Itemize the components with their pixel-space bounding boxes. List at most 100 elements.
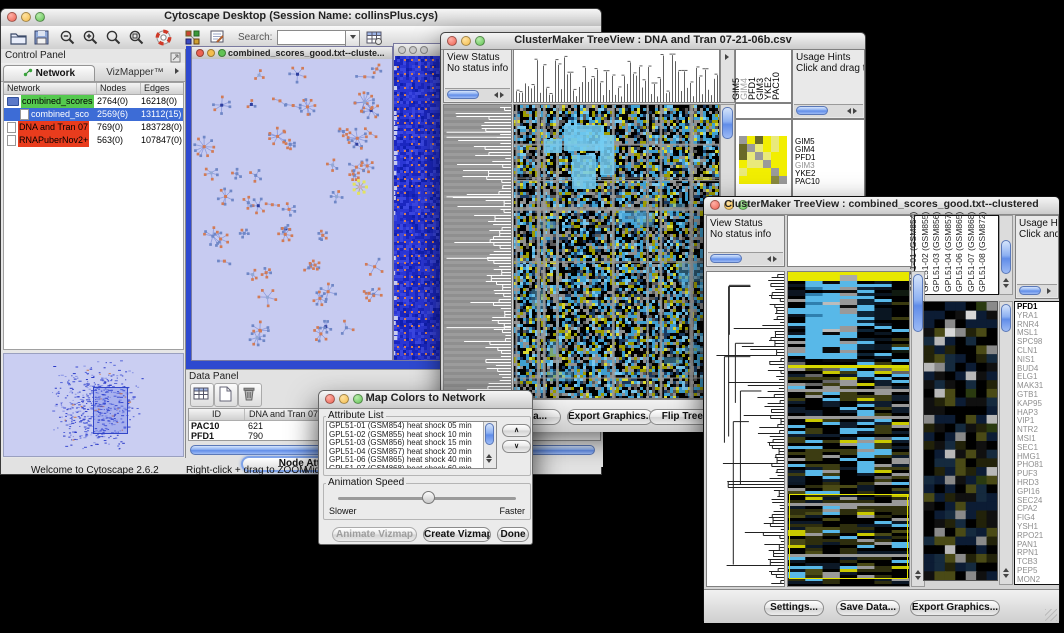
tv1-zoom-matrix[interactable]	[739, 136, 787, 184]
close-icon[interactable]	[196, 49, 204, 57]
close-icon[interactable]	[398, 46, 406, 54]
status-welcome: Welcome to Cytoscape 2.6.2	[31, 465, 159, 476]
map-colors-dialog: Map Colors to Network Attribute List GPL…	[318, 390, 533, 545]
network-tree-row[interactable]: combined_scores2764(0)16218(0)	[4, 95, 183, 108]
dialog-title: Map Colors to Network	[319, 392, 532, 404]
background-network-frame	[393, 43, 441, 361]
tv2-gene-dendrogram[interactable]	[706, 271, 785, 587]
view-status-label: View Status	[447, 52, 500, 63]
col-network[interactable]: Network	[4, 83, 97, 94]
matrix-cell	[755, 136, 763, 144]
tv2-zoom-heatmap[interactable]	[923, 301, 998, 581]
help-lifesaver-icon[interactable]	[154, 28, 173, 47]
tv2-heatmap[interactable]	[787, 271, 910, 587]
attribute-list-scrollbar[interactable]	[483, 422, 496, 468]
tv2-title: ClusterMaker TreeView : combined_scores_…	[704, 198, 1059, 210]
create-vizmap-button[interactable]: Create Vizmap	[423, 527, 491, 542]
matrix-cell	[747, 168, 755, 176]
zoom-selected-icon[interactable]	[104, 28, 123, 47]
tv1-uh-scrollbar[interactable]	[794, 104, 863, 117]
gene-label[interactable]: PAC10	[795, 178, 864, 186]
vizmapper-icon[interactable]	[183, 28, 202, 47]
tv2-genelist-scrollbar[interactable]	[999, 301, 1013, 585]
col-edges[interactable]: Edges	[141, 83, 183, 94]
tv2-uh-scrollbar[interactable]	[1017, 284, 1057, 297]
matrix-cell	[747, 144, 755, 152]
attribute-table-icon[interactable]	[365, 28, 384, 47]
tv1-column-dendrogram[interactable]	[513, 49, 720, 103]
tv2-titlebar[interactable]: ClusterMaker TreeView : combined_scores_…	[704, 197, 1059, 215]
resize-grip[interactable]	[1045, 609, 1057, 621]
done-button[interactable]: Done	[497, 527, 529, 542]
zoom-out-icon[interactable]	[58, 28, 77, 47]
select-attributes-icon[interactable]	[190, 383, 214, 407]
matrix-cell	[771, 144, 779, 152]
slower-label: Slower	[329, 506, 357, 516]
network-view-frame: combined_scores_good.txt--cluste...	[191, 46, 393, 361]
usage-hints-text: Click and drag tc	[796, 63, 865, 74]
network-tree-row[interactable]: RNAPuberNov2+563(0)107847(0)	[4, 134, 183, 147]
col-nodes[interactable]: Nodes	[97, 83, 141, 94]
matrix-cell	[755, 168, 763, 176]
zoom-fit-icon[interactable]	[127, 28, 146, 47]
export-graphics-button[interactable]: Export Graphics...	[910, 600, 1000, 616]
faster-label: Faster	[499, 506, 525, 516]
matrix-cell	[747, 160, 755, 168]
network-view-canvas[interactable]	[192, 59, 392, 360]
minimize-icon[interactable]	[207, 49, 215, 57]
tv2-gene-list[interactable]: PFD1YRA1RNR4MSL1SPC98CLN1NIS1BUD4ELG1MAK…	[1014, 301, 1060, 585]
main-titlebar[interactable]: Cytoscape Desktop (Session Name: collins…	[1, 9, 601, 27]
tv1-vs-scrollbar[interactable]	[445, 88, 510, 101]
tv2-column-dendrogram[interactable]	[787, 215, 912, 267]
matrix-cell	[763, 176, 771, 184]
frame1-lights	[196, 49, 226, 57]
attribute-list-label: Attribute List	[326, 410, 386, 421]
network-grid-canvas[interactable]	[394, 56, 440, 360]
search-dropdown-icon[interactable]	[345, 30, 360, 47]
attribute-item[interactable]: GPL51-07 (GSM868) heat shock 60 min	[327, 465, 496, 469]
tv1-view-status-panel: View Status No status info f	[443, 49, 512, 103]
minimize-icon[interactable]	[409, 46, 417, 54]
matrix-cell	[771, 168, 779, 176]
tv1-heatmap[interactable]	[513, 104, 720, 399]
animate-vizmap-button[interactable]: Animate Vizmap	[332, 527, 417, 542]
move-down-button[interactable]: ∨	[502, 440, 531, 453]
column-label: PAC10	[780, 50, 788, 102]
move-up-button[interactable]: ∧	[502, 424, 531, 437]
delete-attribute-icon[interactable]	[238, 383, 262, 407]
matrix-cell	[779, 168, 787, 176]
settings-button[interactable]: Settings...	[764, 600, 824, 616]
attribute-listbox[interactable]: GPL51-01 (GSM854) heat shock 05 minGPL51…	[326, 421, 497, 469]
zoom-window-icon[interactable]	[218, 49, 226, 57]
new-attribute-icon[interactable]	[214, 383, 238, 407]
network-tree-row[interactable]: combined_sco2569(6)13112(15)	[4, 108, 183, 121]
tab-network[interactable]: Network	[3, 65, 95, 81]
tv2-label-scrollbar[interactable]	[999, 215, 1013, 295]
tab-vizmapper[interactable]: VizMapper™	[99, 65, 171, 81]
tv1-gene-dendrogram[interactable]	[443, 104, 512, 399]
tv1-titlebar[interactable]: ClusterMaker TreeView : DNA and Tran 07-…	[441, 33, 865, 50]
col-id[interactable]: ID	[189, 409, 245, 420]
zoom-in-icon[interactable]	[81, 28, 100, 47]
network-tree-row[interactable]: DNA and Tran 07769(0)183728(0)	[4, 121, 183, 134]
zoom-window-icon[interactable]	[420, 46, 428, 54]
open-file-icon[interactable]	[9, 28, 28, 47]
save-icon[interactable]	[32, 28, 51, 47]
annotation-icon[interactable]	[208, 28, 227, 47]
main-window-title: Cytoscape Desktop (Session Name: collins…	[1, 10, 601, 22]
search-input[interactable]	[277, 30, 347, 45]
speed-slider-thumb[interactable]	[422, 491, 435, 504]
matrix-cell	[779, 144, 787, 152]
control-panel: Control Panel Network VizMapper™ Network…	[1, 49, 186, 458]
export-graphics-button[interactable]: Export Graphics...	[567, 409, 653, 425]
network-overview-panel[interactable]	[3, 353, 184, 457]
matrix-cell	[739, 160, 747, 168]
gene-label[interactable]: MON2	[1017, 576, 1059, 585]
tab-overflow-icon[interactable]	[175, 68, 182, 74]
tv2-vs-scrollbar[interactable]	[708, 252, 783, 265]
matrix-cell	[747, 176, 755, 184]
dialog-titlebar[interactable]: Map Colors to Network	[319, 391, 532, 409]
matrix-cell	[739, 136, 747, 144]
treeview-combined-window: ClusterMaker TreeView : combined_scores_…	[703, 196, 1060, 621]
save-data-button[interactable]: Save Data...	[836, 600, 900, 616]
